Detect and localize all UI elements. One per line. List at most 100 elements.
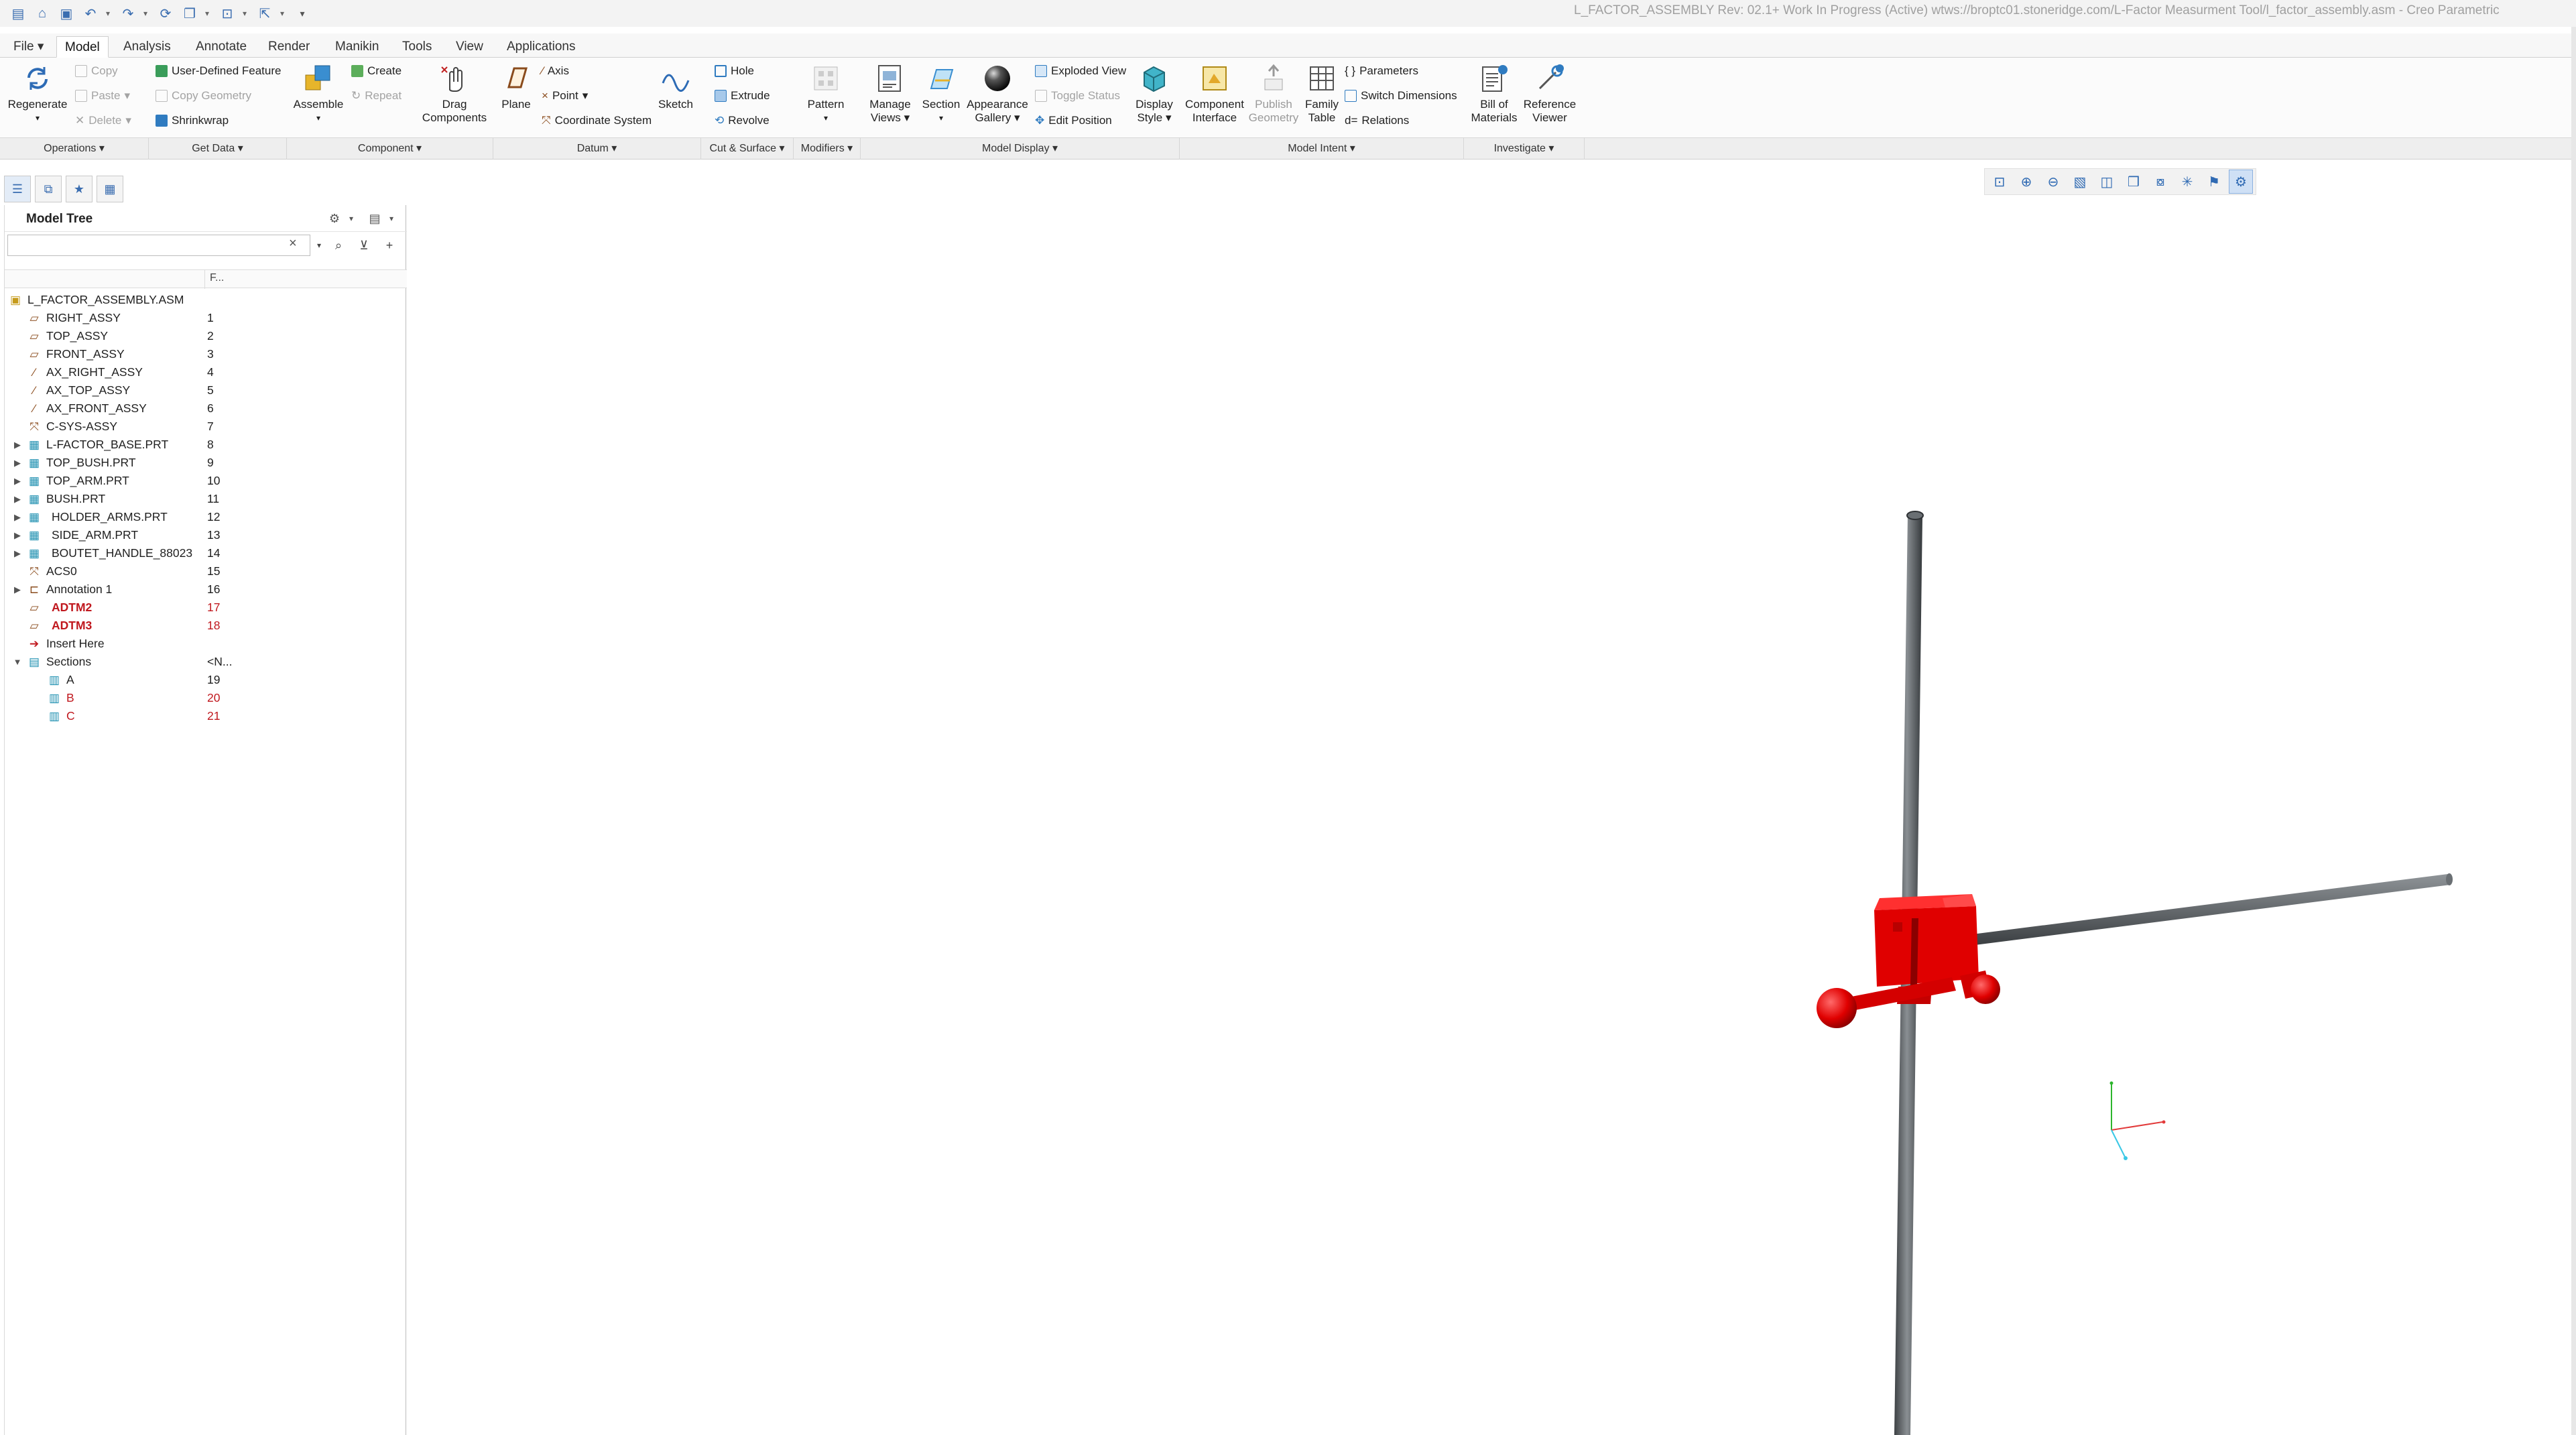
group-modifiers[interactable]: Modifiers ▾ bbox=[794, 138, 861, 160]
tree-row-right-assy[interactable]: ▱ RIGHT_ASSY 1 bbox=[5, 309, 407, 327]
tab-annotate[interactable]: Annotate bbox=[188, 36, 255, 58]
zoom-out-icon[interactable]: ⊖ bbox=[2041, 170, 2065, 194]
tree-row-ax-top-assy[interactable]: ⁄ AX_TOP_ASSY 5 bbox=[5, 381, 407, 399]
select-dropdown-icon[interactable]: ▾ bbox=[280, 9, 287, 18]
close-dropdown-icon[interactable]: ▾ bbox=[243, 9, 249, 18]
tree-row-insert-here[interactable]: ➔ Insert Here bbox=[5, 635, 407, 653]
datum-display-icon[interactable]: ✳ bbox=[2175, 170, 2199, 194]
tree-row-section-b[interactable]: ▥ B 20 bbox=[5, 689, 407, 707]
tab-analysis[interactable]: Analysis bbox=[115, 36, 179, 58]
tree-row-holder-arms[interactable]: ▶ ▦ HOLDER_ARMS.PRT 12 bbox=[5, 508, 407, 526]
group-datum[interactable]: Datum ▾ bbox=[493, 138, 701, 160]
expand-arrow-icon[interactable]: ▶ bbox=[11, 436, 23, 454]
expand-arrow-icon[interactable]: ▶ bbox=[11, 544, 23, 562]
tree-row-acs0[interactable]: ⤧ ACS0 15 bbox=[5, 562, 407, 580]
holder-block[interactable] bbox=[1874, 894, 1979, 987]
point-button[interactable]: × Point ▾ bbox=[542, 89, 588, 103]
insert-arrow-icon[interactable]: ➔ bbox=[27, 637, 41, 651]
group-investigate[interactable]: Investigate ▾ bbox=[1464, 138, 1585, 160]
refit-icon[interactable]: ⊡ bbox=[1987, 170, 2012, 194]
tree-row-front-assy[interactable]: ▱ FRONT_ASSY 3 bbox=[5, 345, 407, 363]
expand-arrow-icon[interactable]: ▶ bbox=[11, 472, 23, 490]
create-component-button[interactable]: Create bbox=[351, 64, 402, 78]
copy-geometry-button[interactable]: Copy Geometry bbox=[156, 89, 251, 103]
group-component[interactable]: Component ▾ bbox=[287, 138, 493, 160]
copy-button[interactable]: Copy bbox=[75, 64, 118, 78]
edit-position-button[interactable]: ✥ Edit Position bbox=[1035, 114, 1112, 127]
tab-model[interactable]: Model bbox=[56, 36, 109, 58]
group-model-display[interactable]: Model Display ▾ bbox=[861, 138, 1180, 160]
graphics-window[interactable] bbox=[410, 161, 2576, 1435]
windows-icon[interactable]: ❐ bbox=[181, 5, 198, 22]
tree-row-adtm3[interactable]: ▱ ADTM3 18 bbox=[5, 617, 407, 635]
publish-geometry-button[interactable]: Publish Geometry bbox=[1244, 63, 1303, 125]
tree-row-top-arm[interactable]: ▶ ▦ TOP_ARM.PRT 10 bbox=[5, 472, 407, 490]
group-get-data[interactable]: Get Data ▾ bbox=[149, 138, 287, 160]
close-icon[interactable]: ⊡ bbox=[219, 5, 236, 22]
tree-search-input[interactable] bbox=[7, 235, 310, 256]
tree-row-boutet-handle[interactable]: ▶ ▦ BOUTET_HANDLE_88023 14 bbox=[5, 544, 407, 562]
collapse-arrow-icon[interactable]: ▼ bbox=[11, 653, 23, 671]
delete-button[interactable]: ✕ Delete ▾ bbox=[75, 114, 131, 127]
save-icon[interactable]: ▣ bbox=[58, 5, 75, 22]
model-viewport[interactable] bbox=[410, 161, 2576, 1435]
zoom-in-icon[interactable]: ⊕ bbox=[2014, 170, 2038, 194]
pattern-button[interactable]: Pattern ▾ bbox=[802, 63, 850, 125]
expand-arrow-icon[interactable]: ▶ bbox=[11, 580, 23, 599]
shrinkwrap-button[interactable]: Shrinkwrap bbox=[156, 114, 229, 127]
saved-views-icon[interactable]: ❒ bbox=[2122, 170, 2146, 194]
display-style-icon[interactable]: ◫ bbox=[2095, 170, 2119, 194]
exploded-view-button[interactable]: Exploded View bbox=[1035, 64, 1126, 78]
axis-button[interactable]: ⁄ Axis bbox=[542, 64, 569, 78]
hole-button[interactable]: Hole bbox=[715, 64, 754, 78]
add-column-icon[interactable]: + bbox=[380, 236, 399, 255]
filter-icon[interactable]: ⊻ bbox=[355, 236, 373, 255]
tree-row-top-assy[interactable]: ▱ TOP_ASSY 2 bbox=[5, 327, 407, 345]
tab-applications[interactable]: Applications bbox=[499, 36, 583, 58]
tree-row-annotation-1[interactable]: ▶ ⊏ Annotation 1 16 bbox=[5, 580, 407, 599]
paste-button[interactable]: Paste ▾ bbox=[75, 89, 130, 103]
bill-of-materials-button[interactable]: Bill of Materials bbox=[1467, 63, 1522, 125]
search-dropdown-icon[interactable]: ▾ bbox=[314, 236, 324, 255]
expand-arrow-icon[interactable]: ▶ bbox=[11, 454, 23, 472]
tree-row-bush[interactable]: ▶ ▦ BUSH.PRT 11 bbox=[5, 490, 407, 508]
switch-dimensions-button[interactable]: Switch Dimensions bbox=[1345, 89, 1457, 103]
tree-settings-dropdown-icon[interactable]: ▾ bbox=[347, 209, 356, 228]
tree-row-ax-front-assy[interactable]: ⁄ AX_FRONT_ASSY 6 bbox=[5, 399, 407, 418]
component-interface-button[interactable]: Component Interface bbox=[1182, 63, 1247, 125]
redo-dropdown-icon[interactable]: ▾ bbox=[143, 9, 150, 18]
clear-search-icon[interactable]: × bbox=[289, 236, 297, 251]
find-icon[interactable]: ⌕ bbox=[329, 236, 348, 255]
tab-file[interactable]: File ▾ bbox=[5, 36, 52, 58]
relations-button[interactable]: d= Relations bbox=[1345, 114, 1409, 127]
undo-dropdown-icon[interactable]: ▾ bbox=[106, 9, 113, 18]
expand-arrow-icon[interactable]: ▶ bbox=[11, 508, 23, 526]
plane-button[interactable]: Plane bbox=[495, 63, 538, 111]
favorites-tab-icon[interactable]: ★ bbox=[66, 176, 93, 202]
repaint-icon[interactable]: ▧ bbox=[2068, 170, 2092, 194]
show-icon[interactable]: ▤ bbox=[365, 209, 384, 228]
tab-tools[interactable]: Tools bbox=[394, 36, 440, 58]
select-icon[interactable]: ⇱ bbox=[256, 5, 273, 22]
tree-row-l-factor-base[interactable]: ▶ ▦ L-FACTOR_BASE.PRT 8 bbox=[5, 436, 407, 454]
tab-render[interactable]: Render bbox=[260, 36, 318, 58]
customize-icon[interactable]: ▾ bbox=[294, 5, 311, 22]
group-operations[interactable]: Operations ▾ bbox=[0, 138, 149, 160]
expand-arrow-icon[interactable]: ▶ bbox=[11, 490, 23, 508]
tree-settings-icon[interactable]: ⚙ bbox=[325, 209, 344, 228]
user-defined-feature-button[interactable]: User-Defined Feature bbox=[156, 64, 281, 78]
model-tree-tab-icon[interactable]: ☰ bbox=[4, 176, 31, 202]
tree-row-adtm2[interactable]: ▱ ADTM2 17 bbox=[5, 599, 407, 617]
appearance-gallery-button[interactable]: Appearance Gallery ▾ bbox=[965, 63, 1030, 125]
new-icon[interactable]: ▤ bbox=[9, 5, 27, 22]
reference-viewer-button[interactable]: Reference Viewer bbox=[1519, 63, 1581, 125]
tree-row-csys-assy[interactable]: ⤧ C-SYS-ASSY 7 bbox=[5, 418, 407, 436]
show-dropdown-icon[interactable]: ▾ bbox=[387, 209, 396, 228]
column-divider[interactable] bbox=[204, 270, 205, 289]
annotation-display-icon[interactable]: ⚑ bbox=[2202, 170, 2226, 194]
open-icon[interactable]: ⌂ bbox=[34, 5, 51, 22]
tree-row-section-a[interactable]: ▥ A 19 bbox=[5, 671, 407, 689]
drag-components-button[interactable]: Drag Components bbox=[420, 63, 489, 125]
tree-row-sections[interactable]: ▼ ▤ Sections <N... bbox=[5, 653, 407, 671]
tree-row-top-bush[interactable]: ▶ ▦ TOP_BUSH.PRT 9 bbox=[5, 454, 407, 472]
